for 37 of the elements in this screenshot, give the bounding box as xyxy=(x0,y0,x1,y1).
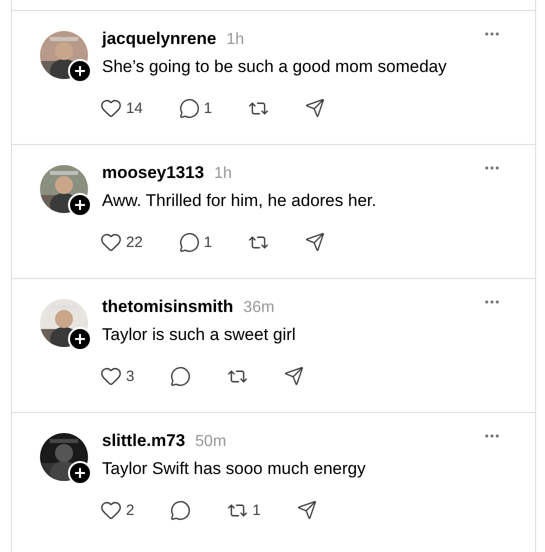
share-button[interactable] xyxy=(284,365,304,387)
send-icon xyxy=(284,366,304,386)
share-button[interactable] xyxy=(305,97,326,119)
username[interactable]: thetomisinsmith xyxy=(102,297,234,317)
reply-button[interactable] xyxy=(170,365,192,387)
comment-icon xyxy=(170,500,192,520)
comment-icon xyxy=(178,98,200,118)
comment-icon xyxy=(170,366,192,386)
like-button[interactable]: 14 xyxy=(100,97,143,119)
post-time: 1h xyxy=(214,165,232,183)
like-button[interactable]: 3 xyxy=(100,365,134,387)
send-icon xyxy=(305,98,326,118)
post-text: Taylor Swift has sooo much energy xyxy=(102,459,367,479)
send-icon xyxy=(296,500,317,520)
heart-icon xyxy=(100,97,122,119)
username[interactable]: moosey1313 xyxy=(102,163,204,183)
send-icon xyxy=(305,232,326,252)
heart-icon xyxy=(100,499,122,521)
heart-icon xyxy=(100,231,122,253)
like-button[interactable]: 22 xyxy=(100,231,143,253)
username[interactable]: jacquelynrene xyxy=(102,29,216,49)
post-text: She’s going to be such a good mom someday xyxy=(102,57,448,77)
post-time: 50m xyxy=(195,433,226,451)
post-text: Aww. Thrilled for him, he adores her. xyxy=(102,191,378,211)
post-time: 36m xyxy=(243,299,274,317)
post-text: Taylor is such a sweet girl xyxy=(102,325,297,345)
share-button[interactable] xyxy=(296,499,317,521)
share-button[interactable] xyxy=(305,231,326,253)
heart-icon xyxy=(100,365,122,387)
reply-button[interactable] xyxy=(170,499,192,521)
reply-button[interactable]: 1 xyxy=(178,97,212,119)
username[interactable]: slittle.m73 xyxy=(102,431,186,451)
comment-icon xyxy=(178,232,200,252)
like-button[interactable]: 2 xyxy=(100,499,134,521)
reply-button[interactable]: 1 xyxy=(178,231,212,253)
post-time: 1h xyxy=(226,31,244,49)
repost-button[interactable]: 1 xyxy=(227,499,261,521)
